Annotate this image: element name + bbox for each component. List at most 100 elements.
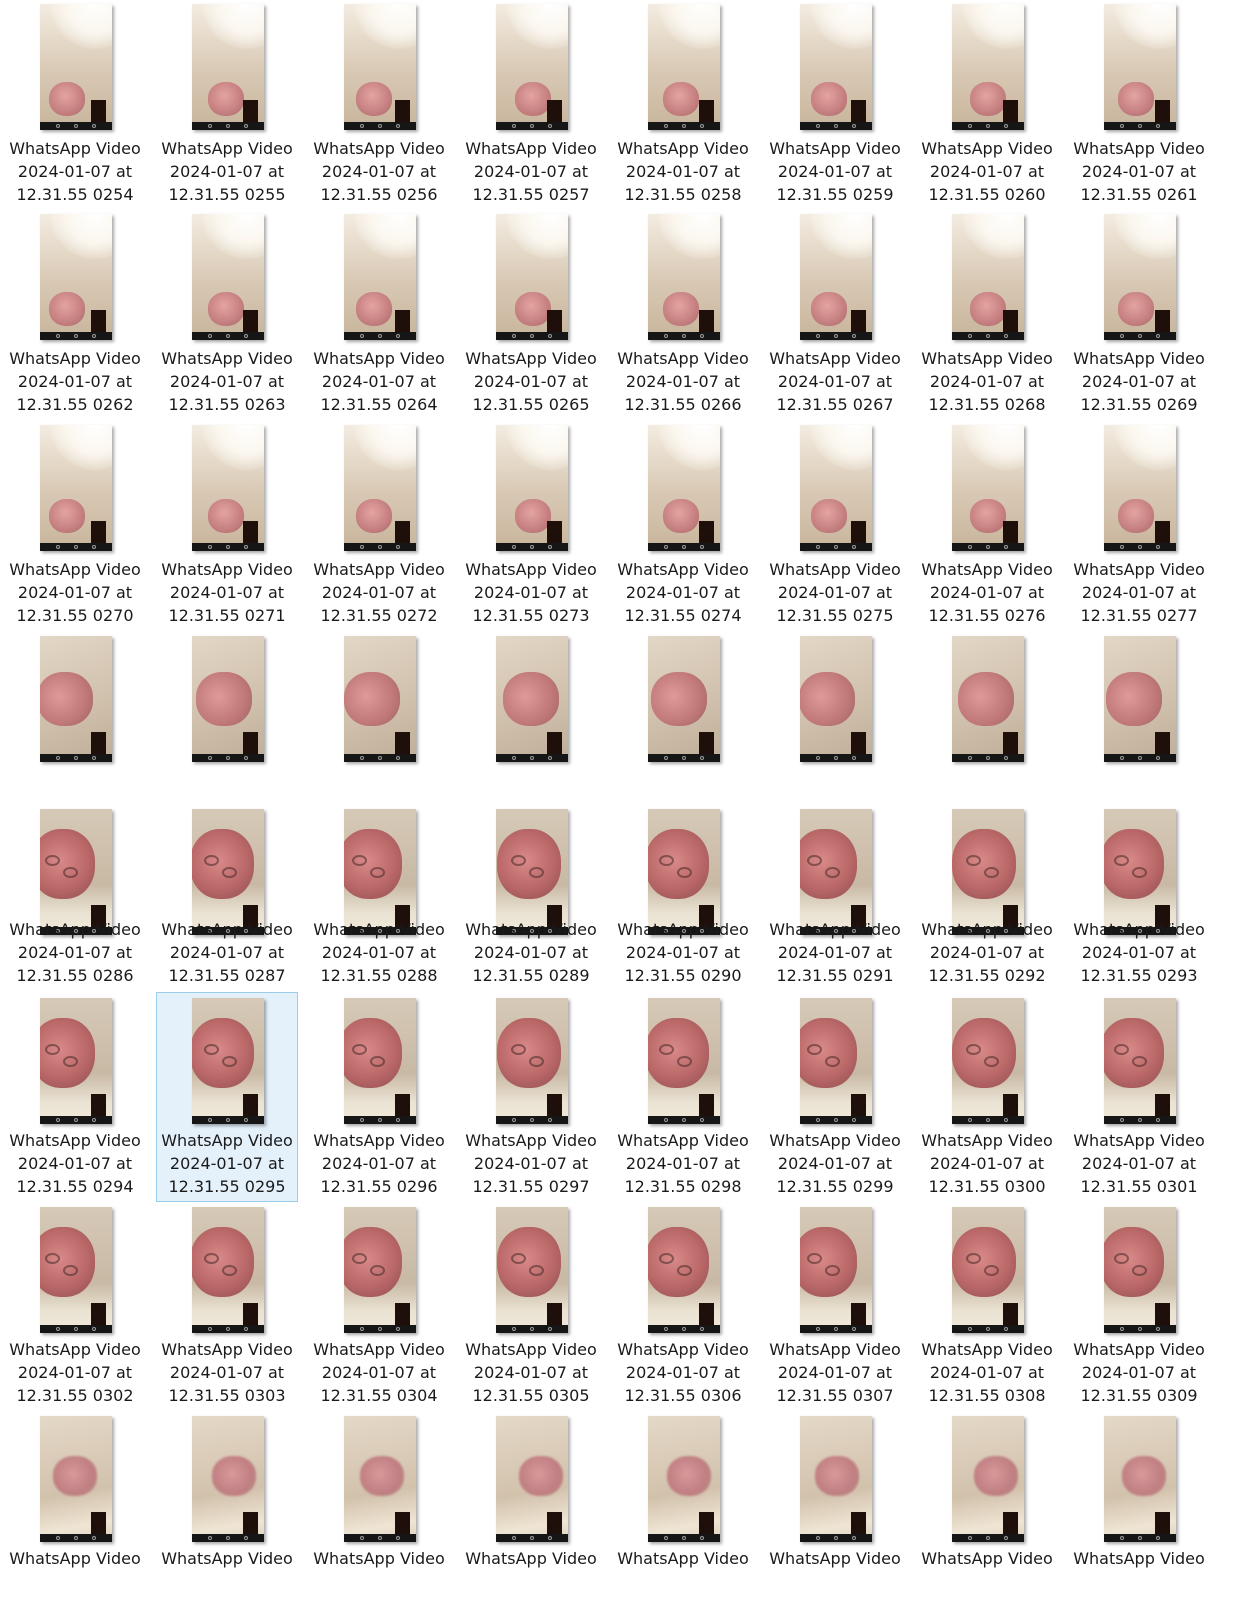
file-item[interactable]: WhatsApp Video 2024-01-07 at 12.31.55 0258	[612, 0, 754, 210]
control-dot-icon	[1156, 1118, 1160, 1122]
video-thumbnail	[648, 809, 720, 935]
file-item[interactable]: WhatsApp Video 2024-01-07 at 12.31.55 0261	[1068, 0, 1210, 210]
video-thumbnail	[344, 809, 416, 935]
control-dot-icon	[56, 334, 60, 338]
file-item[interactable]: WhatsApp Video 2024-01-07 at 12.31.55 0306	[612, 1201, 754, 1411]
control-dot-icon	[664, 1327, 668, 1331]
video-control-bar	[344, 122, 416, 130]
file-item[interactable]: WhatsApp Video	[764, 1410, 906, 1610]
file-item[interactable]: WhatsApp Video 2024-01-07 at 12.31.55 0287	[156, 803, 298, 1013]
picture-in-picture-preview	[1003, 1512, 1018, 1534]
file-name-line-1: WhatsApp Video	[313, 920, 445, 939]
file-item[interactable]: WhatsApp Video	[156, 1410, 298, 1610]
file-item[interactable]: WhatsApp Video 2024-01-07 at 12.31.55 0260	[916, 0, 1058, 210]
video-thumbnail	[496, 4, 568, 130]
file-item[interactable]: WhatsApp Video	[308, 1410, 450, 1610]
control-dot-icon	[378, 334, 382, 338]
file-item[interactable]: WhatsApp Video 2024-01-07 at 12.31.55 0268	[916, 210, 1058, 420]
file-name-line-3: 12.31.55 0271	[168, 606, 286, 625]
file-item-selected[interactable]: WhatsApp Video 2024-01-07 at 12.31.55 0295	[156, 992, 298, 1202]
control-dot-icon	[378, 1118, 382, 1122]
control-dot-icon	[834, 124, 838, 128]
control-dot-icon	[968, 1536, 972, 1540]
file-item[interactable]: WhatsApp Video 2024-01-07 at 12.31.55 0265	[460, 210, 602, 420]
file-item[interactable]: WhatsApp Video 2024-01-07 at 12.31.55 0273	[460, 421, 602, 631]
file-name-line-1: WhatsApp Video	[313, 560, 445, 579]
face-blur	[360, 1456, 404, 1496]
control-dot-icon	[700, 1327, 704, 1331]
file-name-line-3: 12.31.55 0272	[320, 606, 438, 625]
file-item[interactable]: WhatsApp Video 2024-01-07 at 12.31.55 0298	[612, 992, 754, 1202]
file-item[interactable]: WhatsApp Video 2024-01-07 at 12.31.55 0304	[308, 1201, 450, 1411]
file-item[interactable]: WhatsApp Video 2024-01-07 at 12.31.55 0292	[916, 803, 1058, 1013]
file-name: WhatsApp Video 2024-01-07 at 12.31.55 0257	[461, 137, 601, 206]
file-item[interactable]: WhatsApp Video 2024-01-07 at 12.31.55 0293	[1068, 803, 1210, 1013]
control-dot-icon	[1156, 545, 1160, 549]
file-item[interactable]: WhatsApp Video 2024-01-07 at 12.31.55 0294	[4, 992, 146, 1202]
file-item[interactable]: WhatsApp Video 2024-01-07 at 12.31.55 0269	[1068, 210, 1210, 420]
file-item[interactable]: WhatsApp Video 2024-01-07 at 12.31.55 0299	[764, 992, 906, 1202]
file-item[interactable]: WhatsApp Video	[916, 1410, 1058, 1610]
file-item[interactable]: WhatsApp Video 2024-01-07 at 12.31.55 0302	[4, 1201, 146, 1411]
file-item[interactable]: WhatsApp Video 2024-01-07 at 12.31.55 0308	[916, 1201, 1058, 1411]
video-thumbnail	[192, 998, 264, 1124]
control-dot-icon	[396, 1118, 400, 1122]
file-item[interactable]: WhatsApp Video 2024-01-07 at 12.31.55 0271	[156, 421, 298, 631]
file-name-line-3: 12.31.55 0302	[16, 1386, 134, 1405]
file-item[interactable]: WhatsApp Video 2024-01-07 at 12.31.55 0263	[156, 210, 298, 420]
file-item[interactable]: WhatsApp Video	[460, 1410, 602, 1610]
file-item[interactable]: WhatsApp Video 2024-01-07 at 12.31.55 0297	[460, 992, 602, 1202]
file-name: WhatsApp Video	[1069, 1547, 1209, 1570]
file-item[interactable]: WhatsApp Video 2024-01-07 at 12.31.55 0270	[4, 421, 146, 631]
control-dot-icon	[852, 334, 856, 338]
file-item[interactable]: WhatsApp Video 2024-01-07 at 12.31.55 0264	[308, 210, 450, 420]
file-item[interactable]: WhatsApp Video 2024-01-07 at 12.31.55 0305	[460, 1201, 602, 1411]
video-control-bar	[800, 1116, 872, 1124]
file-item[interactable]: WhatsApp Video 2024-01-07 at 12.31.55 0259	[764, 0, 906, 210]
file-name-line-2: 2024-01-07 at	[625, 162, 741, 181]
picture-in-picture-preview	[243, 100, 258, 122]
control-dot-icon	[968, 545, 972, 549]
picture-in-picture-preview	[91, 521, 106, 543]
file-item[interactable]: WhatsApp Video 2024-01-07 at 12.31.55 0289	[460, 803, 602, 1013]
file-name: WhatsApp Video 2024-01-07 at 12.31.55 0298	[613, 1129, 753, 1198]
file-name: WhatsApp Video 2024-01-07 at 12.31.55 0276	[917, 558, 1057, 627]
picture-in-picture-preview	[851, 732, 866, 754]
picture-in-picture-preview	[699, 732, 714, 754]
file-item[interactable]: WhatsApp Video 2024-01-07 at 12.31.55 0303	[156, 1201, 298, 1411]
file-item[interactable]: WhatsApp Video 2024-01-07 at 12.31.55 0296	[308, 992, 450, 1202]
file-name: WhatsApp Video 2024-01-07 at 12.31.55 0261	[1069, 137, 1209, 206]
file-item[interactable]: WhatsApp Video 2024-01-07 at 12.31.55 0286	[4, 803, 146, 1013]
file-item[interactable]: WhatsApp Video 2024-01-07 at 12.31.55 0275	[764, 421, 906, 631]
file-item[interactable]: WhatsApp Video 2024-01-07 at 12.31.55 0277	[1068, 421, 1210, 631]
file-item[interactable]: WhatsApp Video 2024-01-07 at 12.31.55 0272	[308, 421, 450, 631]
control-dot-icon	[530, 1536, 534, 1540]
file-name-line-3: 12.31.55 0273	[472, 606, 590, 625]
file-item[interactable]: WhatsApp Video 2024-01-07 at 12.31.55 0307	[764, 1201, 906, 1411]
file-item[interactable]: WhatsApp Video 2024-01-07 at 12.31.55 0309	[1068, 1201, 1210, 1411]
file-item[interactable]: WhatsApp Video 2024-01-07 at 12.31.55 0254	[4, 0, 146, 210]
file-item[interactable]: WhatsApp Video 2024-01-07 at 12.31.55 0274	[612, 421, 754, 631]
file-item[interactable]: WhatsApp Video 2024-01-07 at 12.31.55 0288	[308, 803, 450, 1013]
file-item[interactable]: WhatsApp Video 2024-01-07 at 12.31.55 0290	[612, 803, 754, 1013]
file-name-line-2: 2024-01-07 at	[929, 583, 1045, 602]
file-item[interactable]: WhatsApp Video	[1068, 1410, 1210, 1610]
file-item[interactable]: WhatsApp Video 2024-01-07 at 12.31.55 0255	[156, 0, 298, 210]
file-name-line-2: 2024-01-07 at	[321, 943, 437, 962]
control-dot-icon	[208, 1118, 212, 1122]
file-item[interactable]: WhatsApp Video 2024-01-07 at 12.31.55 0266	[612, 210, 754, 420]
file-item[interactable]: WhatsApp Video 2024-01-07 at 12.31.55 0262	[4, 210, 146, 420]
file-name-line-1: WhatsApp Video	[617, 560, 749, 579]
file-item[interactable]: WhatsApp Video 2024-01-07 at 12.31.55 0267	[764, 210, 906, 420]
file-item[interactable]: WhatsApp Video	[612, 1410, 754, 1610]
file-item[interactable]: WhatsApp Video 2024-01-07 at 12.31.55 0300	[916, 992, 1058, 1202]
face-blur	[1106, 672, 1162, 726]
file-item[interactable]: WhatsApp Video 2024-01-07 at 12.31.55 0301	[1068, 992, 1210, 1202]
file-item[interactable]: WhatsApp Video 2024-01-07 at 12.31.55 0291	[764, 803, 906, 1013]
file-item[interactable]: WhatsApp Video 2024-01-07 at 12.31.55 0256	[308, 0, 450, 210]
control-dot-icon	[226, 334, 230, 338]
file-item[interactable]: WhatsApp Video 2024-01-07 at 12.31.55 0276	[916, 421, 1058, 631]
file-item[interactable]: WhatsApp Video 2024-01-07 at 12.31.55 0257	[460, 0, 602, 210]
file-name-line-1: WhatsApp Video	[617, 139, 749, 158]
file-item[interactable]: WhatsApp Video	[4, 1410, 146, 1610]
